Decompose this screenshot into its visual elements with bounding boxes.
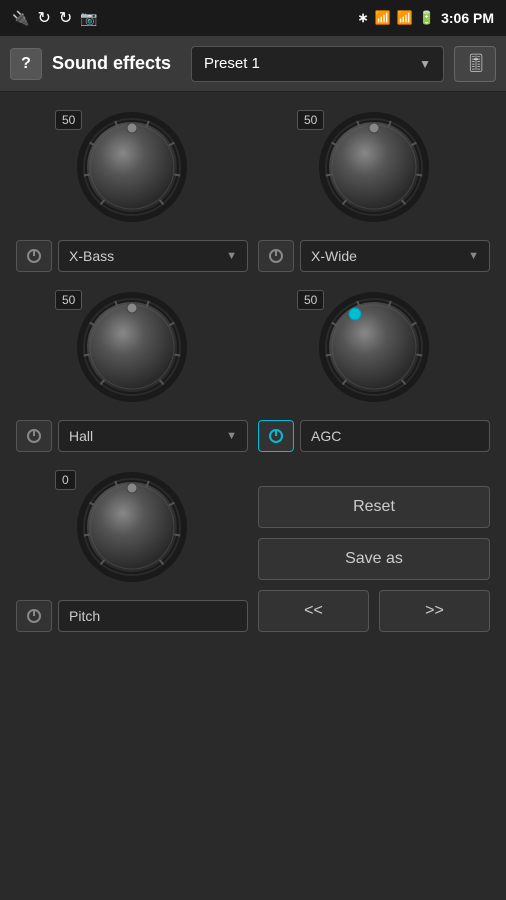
xwide-cell: 50: [258, 102, 490, 272]
xbass-select-label: X-Bass: [69, 248, 114, 264]
xwide-knob[interactable]: [319, 112, 429, 222]
xbass-controls: X-Bass ▼: [16, 240, 248, 272]
signal-icon: 📶: [397, 10, 413, 26]
agc-knob-area: 50: [289, 282, 459, 412]
xbass-power-button[interactable]: [16, 240, 52, 272]
effect-row-2: 50: [16, 282, 490, 452]
camera-icon: 📷: [80, 10, 97, 27]
power-icon: [26, 248, 42, 264]
reset-button[interactable]: Reset: [258, 486, 490, 528]
xbass-knob-area: 50: [47, 102, 217, 232]
hall-controls: Hall ▼: [16, 420, 248, 452]
wifi-icon: 📶: [375, 10, 391, 26]
status-bar: 🔌 ↻ ↻ 📷 ∗ 📶 📶 🔋 3:06 PM: [0, 0, 506, 36]
agc-knob[interactable]: [319, 292, 429, 402]
hall-select-label: Hall: [69, 428, 93, 444]
pitch-knob[interactable]: [77, 472, 187, 582]
next-button[interactable]: >>: [379, 590, 490, 632]
status-icons-left: 🔌 ↻ ↻ 📷: [12, 8, 98, 28]
xbass-cell: 50: [16, 102, 248, 272]
chevron-down-icon: ▼: [419, 57, 431, 71]
pitch-select[interactable]: Pitch: [58, 600, 248, 632]
time-display: 3:06 PM: [441, 10, 494, 26]
chevron-down-icon: ▼: [226, 250, 237, 262]
help-button[interactable]: ?: [10, 48, 42, 80]
agc-cell: 50: [258, 282, 490, 452]
power-icon: [268, 248, 284, 264]
pitch-value: 0: [55, 470, 76, 490]
equalizer-button[interactable]: 🎚: [454, 46, 496, 82]
sync-icon-2: ↻: [59, 8, 72, 28]
hall-cell: 50: [16, 282, 248, 452]
chevron-down-icon: ▼: [226, 430, 237, 442]
agc-select[interactable]: AGC: [300, 420, 490, 452]
hall-value: 50: [55, 290, 82, 310]
xbass-value: 50: [55, 110, 82, 130]
power-icon: [26, 428, 42, 444]
bluetooth-icon: ∗: [358, 10, 369, 26]
pitch-select-label: Pitch: [69, 608, 100, 624]
chevron-down-icon: ▼: [468, 250, 479, 262]
bottom-row: 0: [16, 462, 490, 632]
power-icon: [268, 428, 284, 444]
sliders-icon: 🎚: [465, 53, 486, 74]
nav-buttons: << >>: [258, 590, 490, 632]
xbass-select[interactable]: X-Bass ▼: [58, 240, 248, 272]
hall-knob-area: 50: [47, 282, 217, 412]
main-content: 50: [0, 92, 506, 642]
pitch-power-button[interactable]: [16, 600, 52, 632]
agc-select-label: AGC: [311, 428, 341, 444]
app-header: ? Sound effects Preset 1 ▼ 🎚: [0, 36, 506, 92]
xwide-power-button[interactable]: [258, 240, 294, 272]
usb-icon: 🔌: [12, 10, 29, 27]
agc-controls: AGC: [258, 420, 490, 452]
preset-label: Preset 1: [204, 55, 260, 72]
sync-icon-1: ↻: [37, 8, 50, 28]
pitch-cell: 0: [16, 462, 248, 632]
xwide-select-label: X-Wide: [311, 248, 357, 264]
action-buttons: Reset Save as << >>: [258, 462, 490, 632]
hall-power-button[interactable]: [16, 420, 52, 452]
xwide-controls: X-Wide ▼: [258, 240, 490, 272]
preset-dropdown[interactable]: Preset 1 ▼: [191, 46, 444, 82]
prev-button[interactable]: <<: [258, 590, 369, 632]
agc-power-button[interactable]: [258, 420, 294, 452]
power-icon: [26, 608, 42, 624]
xbass-knob[interactable]: [77, 112, 187, 222]
pitch-controls: Pitch: [16, 600, 248, 632]
xwide-select[interactable]: X-Wide ▼: [300, 240, 490, 272]
xwide-value: 50: [297, 110, 324, 130]
hall-knob[interactable]: [77, 292, 187, 402]
xwide-knob-area: 50: [289, 102, 459, 232]
pitch-knob-area: 0: [47, 462, 217, 592]
agc-value: 50: [297, 290, 324, 310]
status-icons-right: ∗ 📶 📶 🔋 3:06 PM: [358, 10, 494, 26]
hall-select[interactable]: Hall ▼: [58, 420, 248, 452]
app-title: Sound effects: [52, 53, 171, 74]
save-as-button[interactable]: Save as: [258, 538, 490, 580]
battery-icon: 🔋: [419, 10, 435, 26]
effect-row-1: 50: [16, 102, 490, 272]
